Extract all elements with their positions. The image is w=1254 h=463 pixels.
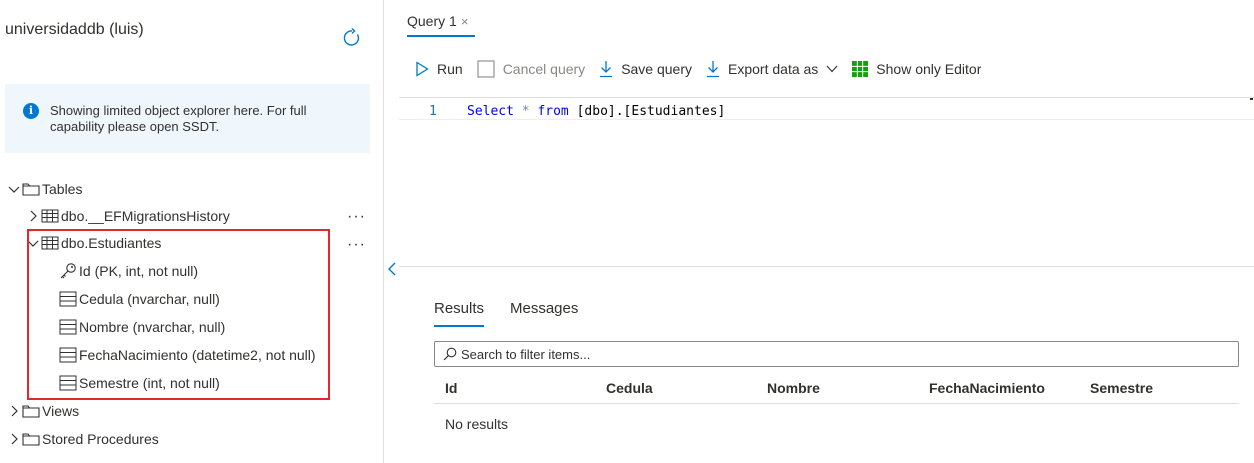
tree-node-efmigrationshistory[interactable]: dbo.__EFMigrationsHistory — [27, 204, 230, 228]
export-data-button[interactable]: Export data as — [706, 60, 838, 78]
save-query-button[interactable]: Save query — [599, 60, 692, 78]
object-explorer-pane: universidaddb (luis) i Showing limited o… — [0, 0, 384, 463]
star-operator: * — [521, 104, 530, 119]
table-icon — [41, 209, 59, 223]
chevron-down-icon[interactable] — [8, 183, 20, 195]
cancel-query-button[interactable]: Cancel query — [477, 60, 586, 78]
results-column-header[interactable]: Semestre — [1090, 380, 1153, 396]
results-column-header[interactable]: Id — [445, 380, 457, 396]
search-icon — [443, 347, 457, 361]
tab-messages[interactable]: Messages — [510, 300, 578, 317]
no-results-text: No results — [445, 416, 509, 432]
table-reference: [dbo].[Estudiantes] — [576, 104, 726, 119]
cancel-query-button-label: Cancel query — [502, 61, 586, 77]
results-column-header[interactable]: Nombre — [767, 380, 820, 396]
info-banner: i Showing limited object explorer here. … — [5, 84, 370, 153]
keyword-select: Select — [467, 104, 514, 119]
folder-icon — [22, 405, 40, 418]
database-title: universidaddb (luis) — [5, 21, 144, 38]
results-header-divider — [434, 403, 1239, 404]
folder-icon — [22, 433, 40, 446]
code-text[interactable]: Select * from [dbo].[Estudiantes] — [467, 104, 725, 119]
info-banner-text: Showing limited object explorer here. Fo… — [50, 103, 307, 134]
info-icon: i — [23, 103, 39, 119]
highlight-box — [27, 229, 330, 400]
editor-line[interactable]: 1 Select * from [dbo].[Estudiantes] — [399, 100, 1254, 120]
show-only-editor-button-label: Show only Editor — [876, 61, 982, 77]
tab-results[interactable]: Results — [434, 300, 484, 317]
export-data-button-label: Export data as — [728, 61, 819, 77]
refresh-icon[interactable] — [342, 28, 362, 48]
filter-input[interactable] — [461, 346, 1221, 362]
query-editor[interactable]: 1 Select * from [dbo].[Estudiantes] — [399, 97, 1254, 267]
tree-node-tables[interactable]: Tables — [8, 177, 82, 201]
tree-label-views: Views — [42, 403, 80, 419]
tree-label-tables: Tables — [42, 181, 83, 197]
tree-node-stored-procedures[interactable]: Stored Procedures — [8, 427, 159, 451]
tree-label-efmigrationshistory: dbo.__EFMigrationsHistory — [61, 208, 230, 224]
collapse-pane-icon[interactable] — [386, 262, 398, 276]
chevron-right-icon[interactable] — [27, 210, 39, 222]
tree-label-stored-procedures: Stored Procedures — [42, 431, 159, 447]
results-tab-indicator — [434, 325, 484, 327]
run-button-label: Run — [437, 61, 463, 77]
chevron-down-icon — [826, 65, 838, 73]
more-options-icon[interactable]: ··· — [347, 209, 366, 225]
grid-icon — [852, 61, 869, 77]
play-icon — [415, 61, 429, 77]
query-toolbar: Run Cancel query Save query Export data … — [415, 57, 995, 81]
save-query-button-label: Save query — [621, 61, 693, 77]
line-number: 1 — [429, 104, 437, 119]
download-icon — [599, 60, 613, 78]
results-column-header[interactable]: FechaNacimiento — [929, 380, 1045, 396]
filter-box[interactable] — [434, 341, 1239, 367]
chevron-right-icon[interactable] — [8, 433, 20, 445]
close-icon[interactable]: × — [461, 14, 469, 29]
results-column-header[interactable]: Cedula — [606, 380, 653, 396]
stop-icon — [477, 60, 495, 78]
keyword-from: from — [537, 104, 569, 119]
tab-query-1-label: Query 1 — [407, 13, 457, 29]
folder-icon — [22, 183, 40, 196]
download-icon — [706, 60, 720, 78]
chevron-right-icon[interactable] — [8, 405, 20, 417]
tree-node-views[interactable]: Views — [8, 399, 79, 423]
more-options-icon[interactable]: ··· — [347, 237, 366, 253]
run-button[interactable]: Run — [415, 61, 463, 77]
show-only-editor-button[interactable]: Show only Editor — [852, 61, 981, 77]
tab-query-1[interactable]: Query 1 × — [407, 8, 468, 34]
tab-active-indicator — [407, 35, 475, 37]
